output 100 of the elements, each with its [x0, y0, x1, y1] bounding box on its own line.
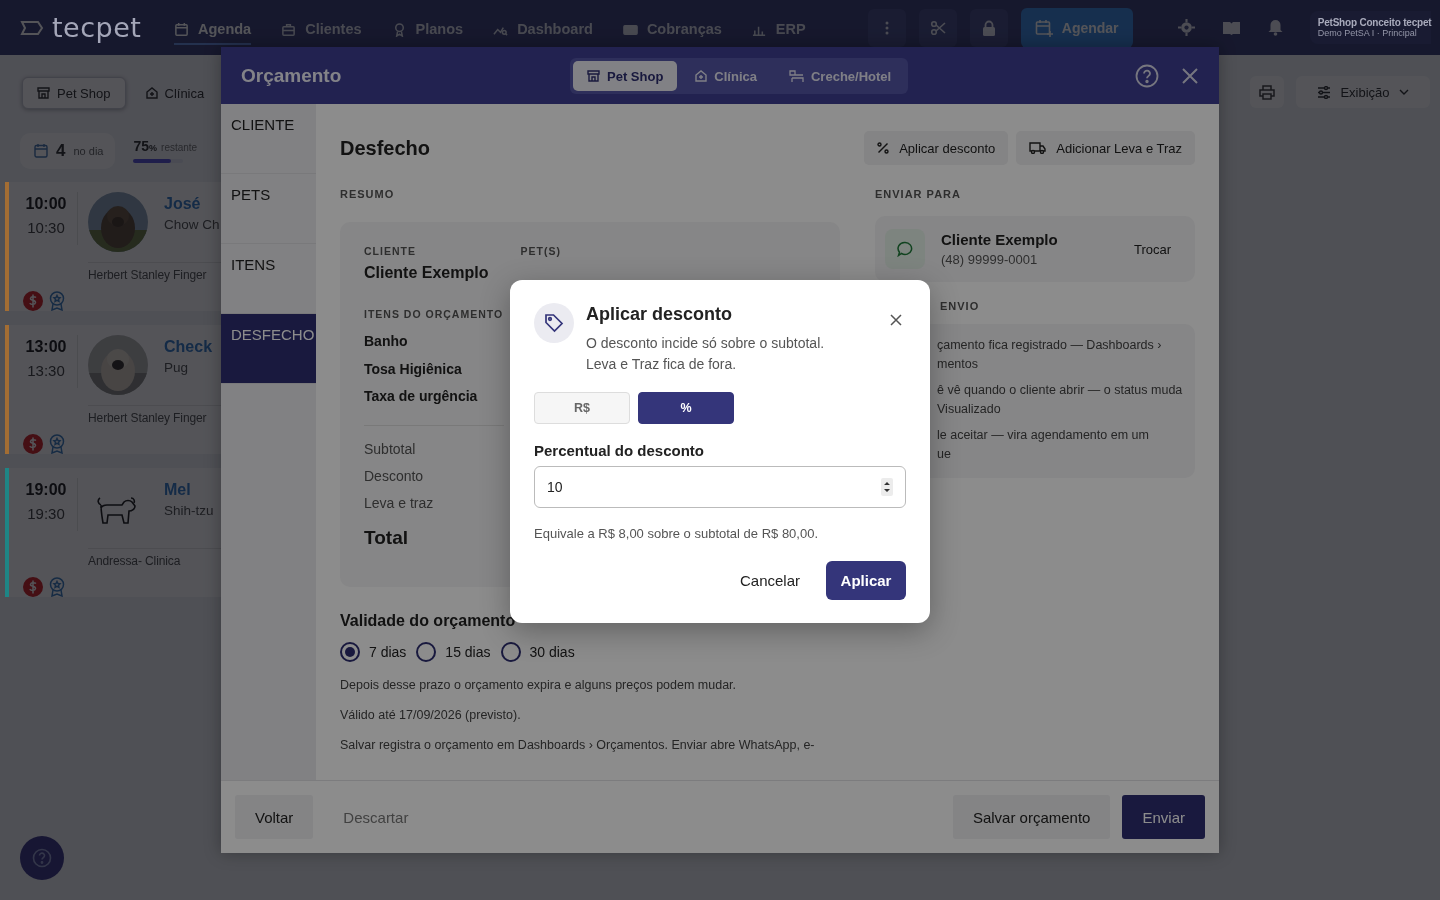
- field-label: PET(S): [520, 245, 561, 257]
- store-icon: [587, 70, 600, 82]
- section-title: Desfecho: [340, 136, 431, 160]
- spinner-icon[interactable]: [881, 478, 893, 496]
- book-icon[interactable]: [1221, 19, 1241, 36]
- total-label: Subtotal: [364, 439, 416, 459]
- quote-item: Taxa de urgência: [364, 387, 478, 406]
- quote-item: Tosa Higiênica: [364, 359, 462, 379]
- pet-name: Check: [164, 338, 213, 356]
- clinic-icon: [145, 87, 158, 99]
- send-button[interactable]: Enviar: [1122, 795, 1205, 839]
- save-button[interactable]: Salvar orçamento: [952, 795, 1111, 839]
- hint-text: Equivale a R$ 8,00 sobre o subtotal de R$ 80,00.: [534, 526, 820, 541]
- scissors-button[interactable]: [918, 8, 957, 47]
- account-name: PetShop Conceito tecpet: [1317, 17, 1432, 28]
- percent-icon: [877, 142, 890, 154]
- info-text: mentos: [937, 356, 979, 373]
- change-button[interactable]: Trocar: [1133, 241, 1171, 257]
- radio-option[interactable]: 15 dias: [416, 642, 491, 662]
- total-label: Leva e traz: [364, 493, 434, 513]
- start-time: 19:00: [25, 481, 67, 499]
- tag-icon: [544, 313, 564, 333]
- radio-button[interactable]: [416, 642, 437, 662]
- clinic-icon: [695, 70, 708, 82]
- pet-name: José: [164, 195, 202, 213]
- cancel-button[interactable]: Cancelar: [739, 572, 800, 589]
- radio-button[interactable]: [500, 642, 521, 662]
- day-count: 4: [56, 140, 66, 161]
- discard-button[interactable]: Descartar: [323, 795, 429, 839]
- calendar-plus-icon: [1034, 18, 1053, 37]
- dialog-title: Aplicar desconto: [586, 303, 734, 325]
- radio-label: 7 dias: [369, 644, 407, 660]
- note-text: Depois desse prazo o orçamento expira e alguns preços podem mudar.: [340, 679, 738, 692]
- store-icon: [37, 87, 50, 99]
- end-time: 13:30: [27, 362, 65, 379]
- sliders-icon: [1317, 85, 1332, 99]
- contact-phone: (48) 99999-0001: [941, 252, 1039, 267]
- radio-button[interactable]: [340, 642, 360, 662]
- info-text: ue: [937, 446, 952, 463]
- action-button[interactable]: Aplicar desconto: [864, 131, 1009, 165]
- print-button[interactable]: [1250, 76, 1284, 108]
- bell-icon[interactable]: [1267, 19, 1283, 36]
- end-time: 10:30: [27, 219, 65, 236]
- info-text: Visualizado: [937, 401, 1002, 418]
- quote-item: Banho: [364, 332, 408, 351]
- chat-icon: [897, 241, 913, 257]
- settings-icon[interactable]: [1177, 19, 1195, 36]
- mode-toggle[interactable]: R$: [534, 392, 630, 424]
- grand-total-label: Total: [364, 526, 408, 549]
- truck-icon: [1029, 142, 1047, 154]
- pet-name: Mel: [164, 481, 192, 499]
- info-text: le aceitar — vira agendamento em um: [937, 427, 1150, 444]
- step-tab[interactable]: DESFECHO: [221, 314, 316, 384]
- start-time: 10:00: [25, 195, 67, 213]
- calendar-icon: [34, 143, 48, 158]
- radio-option[interactable]: 7 dias: [340, 642, 407, 662]
- printer-icon: [1259, 84, 1275, 100]
- lock-button[interactable]: [969, 8, 1008, 47]
- tab[interactable]: Pet Shop: [573, 61, 678, 91]
- display-button[interactable]: Exibição: [1296, 76, 1430, 108]
- logo-icon: [20, 18, 44, 37]
- award-icon: [49, 577, 65, 597]
- radio-option[interactable]: 30 dias: [500, 642, 575, 662]
- action-button[interactable]: Adicionar Leva e Traz: [1016, 131, 1195, 165]
- apply-button[interactable]: Aplicar: [826, 561, 906, 600]
- percent-input[interactable]: 10: [534, 466, 906, 508]
- note-text: Salvar registra o orçamento em Dashboards › Orçamentos. Enviar abre WhatsApp, e-: [340, 739, 816, 752]
- client-name: Cliente Exemplo: [364, 264, 489, 282]
- section-label: ENVIAR PARA: [875, 187, 962, 201]
- dialog-description: O desconto incide só sobre o subtotal.: [586, 334, 825, 353]
- step-tab[interactable]: CLIENTE: [221, 104, 316, 174]
- hotel-icon: [788, 69, 804, 83]
- help-button[interactable]: [20, 836, 64, 880]
- help-icon: [32, 848, 52, 868]
- total-label: Desconto: [364, 466, 424, 486]
- step-tab[interactable]: PETS: [221, 174, 316, 244]
- dialog-description: Leva e Traz fica de fora.: [586, 355, 738, 374]
- panel-title: Orçamento: [241, 64, 342, 87]
- note-text: Válido até 17/09/2026 (previsto).: [340, 709, 522, 722]
- segment-tab[interactable]: Pet Shop: [22, 77, 126, 109]
- info-text: ê vê quando o cliente abrir — o status muda: [937, 382, 1184, 399]
- tab[interactable]: Clínica: [681, 61, 771, 91]
- help-icon[interactable]: [1135, 63, 1159, 88]
- validity-title: Validade do orçamento: [340, 612, 517, 630]
- field-label: Percentual do desconto: [534, 442, 706, 459]
- scissors-icon: [929, 19, 946, 36]
- award-icon: [49, 434, 65, 454]
- field-label: CLIENTE: [364, 245, 417, 257]
- more-icon: [884, 20, 889, 35]
- mode-toggle[interactable]: %: [638, 392, 734, 424]
- more-button[interactable]: [867, 8, 906, 47]
- award-icon: [49, 291, 65, 311]
- close-icon[interactable]: [890, 314, 902, 326]
- back-button[interactable]: Voltar: [235, 795, 314, 839]
- tab[interactable]: Creche/Hotel: [774, 61, 906, 91]
- contact-name: Cliente Exemplo: [941, 231, 1059, 248]
- field-label: ITENS DO ORÇAMENTO: [364, 308, 504, 320]
- briefcase-icon: [281, 21, 297, 37]
- section-label: RESUMO: [340, 187, 396, 201]
- radio-label: 30 dias: [529, 644, 575, 660]
